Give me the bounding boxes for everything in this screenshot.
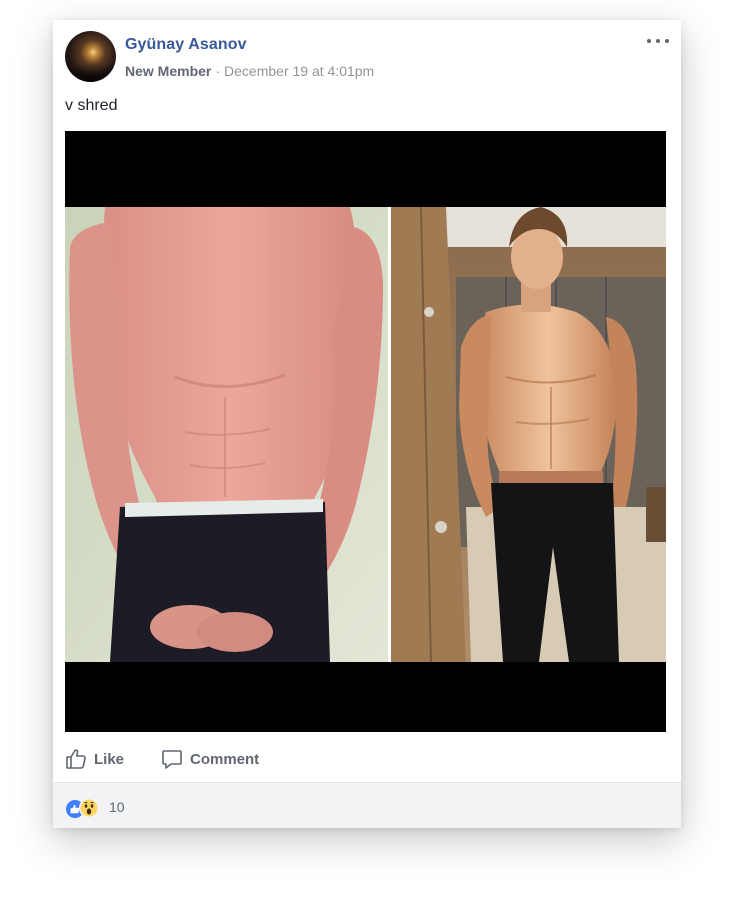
reaction-icons [65,797,105,819]
like-button[interactable]: Like [65,745,124,773]
thumbs-up-icon [66,749,86,769]
right-selfie-illustration [391,207,666,662]
post-text: v shred [65,97,118,114]
author-name-link[interactable]: Gyünay Asanov [125,36,247,54]
author-avatar[interactable] [65,31,116,82]
page-background: Gyünay Asanov New Member · December 19 at … [0,0,733,909]
left-torso-illustration [65,207,388,662]
meta-separator: · [215,63,221,79]
post-timestamp-link[interactable]: December 19 at 4:01pm [224,63,374,79]
ellipsis-icon-dot [656,39,660,43]
wow-face-icon [80,799,98,817]
member-role-badge[interactable]: New Member [125,63,211,79]
more-options-button[interactable] [647,32,669,50]
post-meta: New Member · December 19 at 4:01pm [125,63,374,79]
post-actions-bar: Like Comment [53,736,681,783]
comment-button[interactable]: Comment [161,745,259,773]
ellipsis-icon [647,39,651,43]
reaction-count[interactable]: 10 [109,799,125,815]
photo-content [65,207,666,662]
like-label: Like [94,750,125,768]
comment-bubble-icon [162,750,182,769]
post-photo[interactable] [65,131,666,732]
photo-left-panel [65,207,388,662]
wow-reaction-icon [79,798,99,818]
post-card: Gyünay Asanov New Member · December 19 at … [53,20,681,828]
ellipsis-icon-dot [665,39,669,43]
reactions-summary-bar[interactable]: 10 [53,783,681,828]
comment-label: Comment [190,750,260,768]
photo-right-panel [391,207,666,662]
